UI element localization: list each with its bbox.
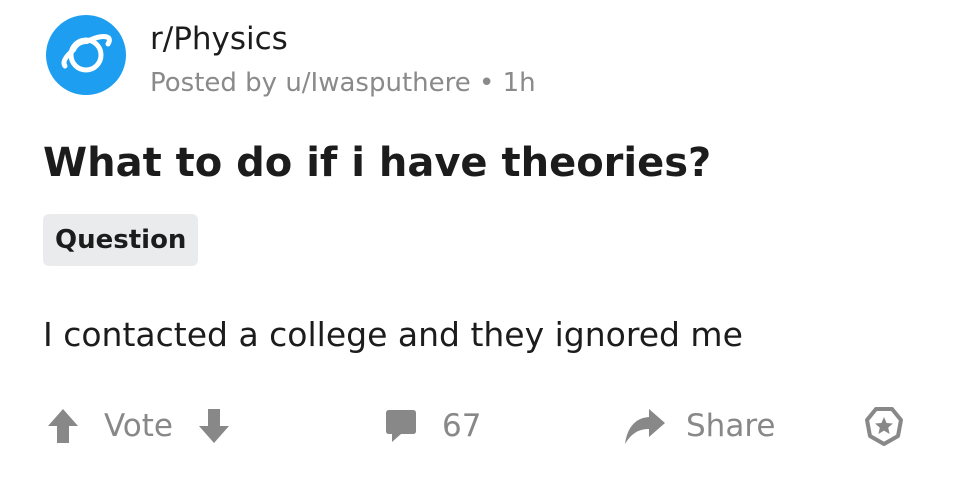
post-body: I contacted a college and they ignored m… bbox=[43, 315, 743, 354]
comments-button[interactable]: 67 bbox=[384, 398, 481, 454]
planet-icon bbox=[61, 34, 112, 73]
award-icon bbox=[862, 404, 906, 448]
post-meta: Posted by u/Iwasputhere • 1h bbox=[150, 68, 536, 98]
share-label: Share bbox=[686, 408, 776, 444]
arrow-up-icon[interactable] bbox=[46, 406, 80, 446]
award-button[interactable] bbox=[862, 398, 906, 454]
post-flair[interactable]: Question bbox=[43, 214, 199, 266]
comments-count: 67 bbox=[442, 408, 482, 444]
share-button[interactable]: Share bbox=[622, 398, 775, 454]
vote-label: Vote bbox=[104, 408, 173, 444]
share-arrow-icon bbox=[622, 406, 668, 446]
subreddit-avatar[interactable] bbox=[46, 15, 126, 95]
flair-label: Question bbox=[55, 225, 187, 255]
post-title[interactable]: What to do if i have theories? bbox=[43, 138, 711, 188]
arrow-down-icon[interactable] bbox=[197, 406, 231, 446]
vote-group: Vote bbox=[46, 398, 231, 454]
comment-bubble-icon bbox=[384, 407, 418, 445]
subreddit-name[interactable]: r/Physics bbox=[150, 20, 288, 58]
